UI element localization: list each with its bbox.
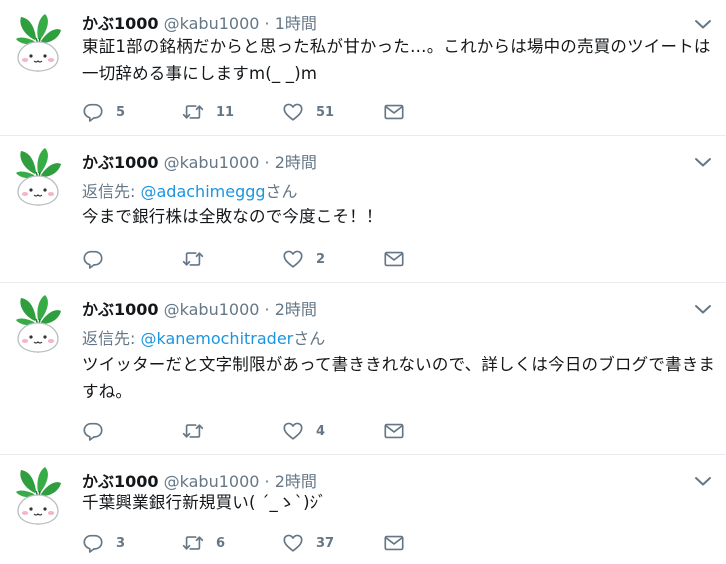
like-count: 37 [316, 535, 335, 551]
user-handle[interactable]: @kabu1000 [164, 300, 260, 319]
reply-suffix: さん [265, 182, 298, 201]
tweet[interactable]: かぶ1000 @kabu1000 · 2時間 返信先: @kanemochitr… [0, 283, 726, 455]
direct-message-button[interactable] [383, 100, 405, 124]
reply-prefix: 返信先: [82, 182, 141, 201]
like-button[interactable]: 37 [282, 531, 334, 555]
like-count: 2 [316, 251, 326, 267]
tweet-feed: かぶ1000 @kabu1000 · 1時間 東証1部の銘柄だからと思った私が甘… [0, 0, 726, 564]
direct-message-button[interactable] [383, 419, 405, 443]
display-name[interactable]: かぶ1000 [82, 153, 159, 172]
avatar[interactable] [14, 295, 62, 353]
like-button[interactable]: 4 [282, 419, 325, 443]
timestamp[interactable]: 2時間 [275, 153, 317, 172]
retweet-icon [182, 532, 204, 554]
dm-icon [383, 532, 405, 554]
like-button[interactable]: 51 [282, 100, 334, 124]
retweet-button[interactable]: 6 [182, 531, 225, 555]
tweet[interactable]: かぶ1000 @kabu1000 · 1時間 東証1部の銘柄だからと思った私が甘… [0, 0, 726, 136]
direct-message-button[interactable] [383, 247, 405, 271]
user-handle[interactable]: @kabu1000 [164, 153, 260, 172]
retweet-icon [182, 420, 204, 442]
reply-icon [82, 248, 104, 270]
dm-icon [383, 101, 405, 123]
tweet-actions: 2 [82, 247, 422, 271]
avatar[interactable] [14, 14, 62, 72]
reply-button[interactable] [82, 419, 116, 443]
reply-button[interactable]: 3 [82, 531, 125, 555]
retweet-button[interactable] [182, 247, 216, 271]
retweet-button[interactable]: 11 [182, 100, 234, 124]
separator-dot: · [264, 153, 270, 172]
reply-icon [82, 101, 104, 123]
tweet-header: かぶ1000 @kabu1000 · 2時間 [82, 149, 317, 172]
tweet-header: かぶ1000 @kabu1000 · 1時間 [82, 10, 317, 33]
chevron-down-icon[interactable] [694, 303, 712, 315]
display-name[interactable]: かぶ1000 [82, 300, 159, 319]
reply-count: 5 [116, 104, 126, 120]
like-count: 4 [316, 423, 326, 439]
reply-icon [82, 420, 104, 442]
tweet-text: 千葉興業銀行新規買い( ´_ゝ`)ｼﾞ [82, 493, 327, 512]
reply-mention-link[interactable]: @kanemochitrader [140, 329, 293, 348]
like-icon [282, 532, 304, 554]
reply-suffix: さん [293, 329, 326, 348]
chevron-down-icon[interactable] [694, 156, 712, 168]
reply-prefix: 返信先: [82, 329, 141, 348]
tweet-actions: 5 11 51 [82, 100, 422, 124]
reply-mention-link[interactable]: @adachimeggg [140, 182, 265, 201]
retweet-icon [182, 101, 204, 123]
dm-icon [383, 420, 405, 442]
timestamp[interactable]: 2時間 [275, 300, 317, 319]
like-icon [282, 101, 304, 123]
tweet-header: かぶ1000 @kabu1000 · 2時間 [82, 468, 317, 491]
reply-icon [82, 532, 104, 554]
chevron-down-icon[interactable] [694, 18, 712, 30]
dm-icon [383, 248, 405, 270]
retweet-icon [182, 248, 204, 270]
like-icon [282, 420, 304, 442]
tweet-text: ツイッターだと文字制限があって書ききれないので、詳しくは今日のブログで書きますね… [82, 355, 716, 401]
separator-dot: · [264, 300, 270, 319]
tweet-text: 東証1部の銘柄だからと思った私が甘かった…。これからは場中の売買のツイートは一切… [82, 37, 711, 83]
reply-button[interactable]: 5 [82, 100, 125, 124]
tweet-text: 今まで銀行株は全敗なので今度こそ！！ [82, 207, 383, 226]
retweet-button[interactable] [182, 419, 216, 443]
reply-count: 3 [116, 535, 126, 551]
tweet[interactable]: かぶ1000 @kabu1000 · 2時間 千葉興業銀行新規買い( ´_ゝ`)… [0, 455, 726, 564]
display-name[interactable]: かぶ1000 [82, 14, 159, 33]
tweet-actions: 4 [82, 419, 422, 443]
reply-button[interactable] [82, 247, 116, 271]
user-handle[interactable]: @kabu1000 [164, 14, 260, 33]
reply-context: 返信先: @adachimegggさん [82, 178, 298, 202]
like-button[interactable]: 2 [282, 247, 325, 271]
timestamp[interactable]: 1時間 [275, 14, 317, 33]
tweet[interactable]: かぶ1000 @kabu1000 · 2時間 返信先: @adachimeggg… [0, 136, 726, 283]
tweet-header: かぶ1000 @kabu1000 · 2時間 [82, 296, 317, 319]
avatar[interactable] [14, 467, 62, 525]
like-icon [282, 248, 304, 270]
separator-dot: · [264, 14, 270, 33]
like-count: 51 [316, 104, 335, 120]
reply-context: 返信先: @kanemochitraderさん [82, 325, 325, 349]
tweet-actions: 3 6 37 [82, 531, 422, 555]
retweet-count: 11 [216, 104, 235, 120]
chevron-down-icon[interactable] [694, 475, 712, 487]
direct-message-button[interactable] [383, 531, 405, 555]
avatar[interactable] [14, 148, 62, 206]
retweet-count: 6 [216, 535, 226, 551]
